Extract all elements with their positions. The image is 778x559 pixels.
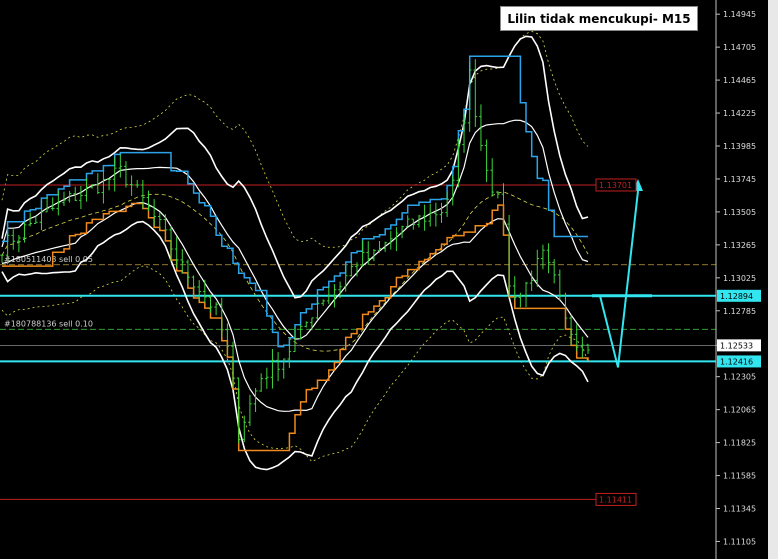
tick-label: 1.11585 [723,472,756,481]
level-tag-label: 1.13701 [599,181,632,190]
axis-price-tag-label: 1.12416 [720,357,753,366]
tick-label: 1.13265 [723,241,756,250]
tick-label: 1.12785 [723,307,756,316]
tick-label: 1.12305 [723,373,756,382]
order-label: #180511403 sell 0.05 [4,255,93,264]
axis-price-tag-label: 1.12533 [720,341,753,350]
axis-price-tag-label: 1.12894 [720,292,753,301]
tick-label: 1.11105 [723,537,756,546]
tick-label: 1.13985 [723,142,756,151]
tick-label: 1.13745 [723,175,756,184]
tick-label: 1.12065 [723,406,756,415]
tick-label: 1.14705 [723,43,756,52]
side-panel-strip [768,0,778,559]
tick-label: 1.14465 [723,76,756,85]
price-chart: #180511403 sell 0.05 #180788136 sell 0.10… [0,0,768,559]
tick-label: 1.11825 [723,439,756,448]
tick-label: 1.14945 [723,10,756,19]
tick-label: 1.11345 [723,504,756,513]
chart-title: Lilin tidak mencukupi- M15 [500,6,698,31]
level-tag-label: 1.11411 [599,495,632,504]
tick-label: 1.13025 [723,274,756,283]
order-label: #180788136 sell 0.10 [4,319,93,328]
tick-label: 1.14225 [723,109,756,118]
tick-label: 1.13505 [723,208,756,217]
